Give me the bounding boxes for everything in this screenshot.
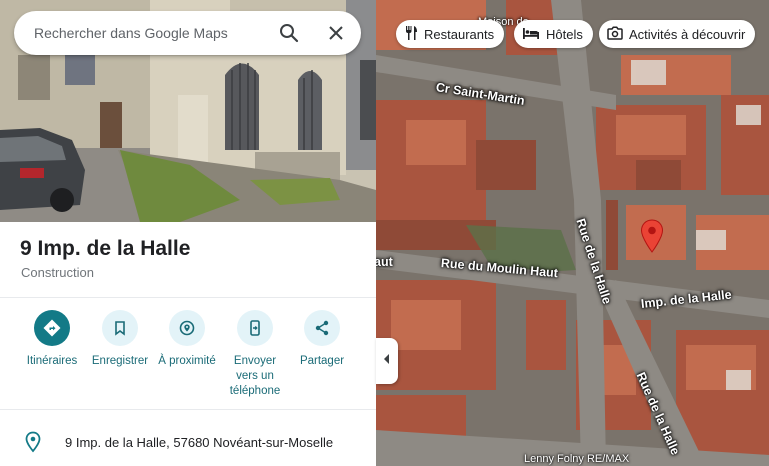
- directions-icon: [34, 310, 70, 346]
- action-buttons: Itinéraires Enregistrer À proximité Envo…: [0, 310, 376, 410]
- send-to-phone-button[interactable]: Envoyer vers un téléphone: [219, 310, 291, 399]
- address-text: 9 Imp. de la Halle, 57680 Novéant-sur-Mo…: [65, 435, 334, 450]
- location-pin-icon: [24, 431, 42, 453]
- share-button[interactable]: Partager: [286, 310, 358, 369]
- directions-label: Itinéraires: [26, 355, 78, 367]
- divider: [0, 409, 376, 410]
- chevron-left-icon: [382, 352, 392, 370]
- share-icon: [304, 310, 340, 346]
- nearby-icon: [169, 310, 205, 346]
- restaurant-icon: [404, 25, 424, 44]
- bookmark-icon: [102, 310, 138, 346]
- address-row[interactable]: 9 Imp. de la Halle, 57680 Novéant-sur-Mo…: [0, 424, 376, 460]
- send-to-phone-icon: [237, 310, 273, 346]
- directions-button[interactable]: Itinéraires: [16, 310, 88, 369]
- share-label: Partager: [299, 355, 345, 367]
- place-title: 9 Imp. de la Halle: [20, 237, 191, 260]
- search-icon[interactable]: [277, 21, 301, 45]
- satellite-map[interactable]: Maison de Cr Saint-Martin aut Rue du Mou…: [376, 0, 769, 466]
- hotel-icon: [522, 26, 546, 43]
- street-label-moulin-haut-left: aut: [376, 255, 393, 269]
- chip-hotels-label: Hôtels: [546, 26, 583, 42]
- close-icon[interactable]: [324, 21, 348, 45]
- divider: [0, 297, 376, 298]
- chip-things-to-do-label: Activités à découvrir: [629, 26, 746, 42]
- place-panel: 9 Imp. de la Halle Construction Itinérai…: [0, 0, 376, 466]
- poi-label-lenny-folny[interactable]: Lenny Folny RE/MAX: [524, 453, 629, 465]
- chip-things-to-do[interactable]: Activités à découvrir: [599, 20, 756, 48]
- chip-restaurants-label: Restaurants: [424, 26, 495, 42]
- collapse-panel-button[interactable]: [376, 338, 398, 384]
- chip-hotels[interactable]: Hôtels: [514, 20, 593, 48]
- map-pin-marker[interactable]: [640, 219, 664, 253]
- save-button[interactable]: Enregistrer: [84, 310, 156, 369]
- search-input[interactable]: [34, 11, 274, 55]
- save-label: Enregistrer: [91, 355, 149, 367]
- place-category[interactable]: Construction: [21, 265, 94, 280]
- chip-restaurants[interactable]: Restaurants: [396, 20, 505, 48]
- camera-icon: [607, 26, 629, 43]
- nearby-label: À proximité: [158, 355, 216, 367]
- nearby-button[interactable]: À proximité: [151, 310, 223, 369]
- search-box[interactable]: [14, 11, 361, 55]
- send-to-phone-label: Envoyer vers un téléphone: [229, 355, 281, 397]
